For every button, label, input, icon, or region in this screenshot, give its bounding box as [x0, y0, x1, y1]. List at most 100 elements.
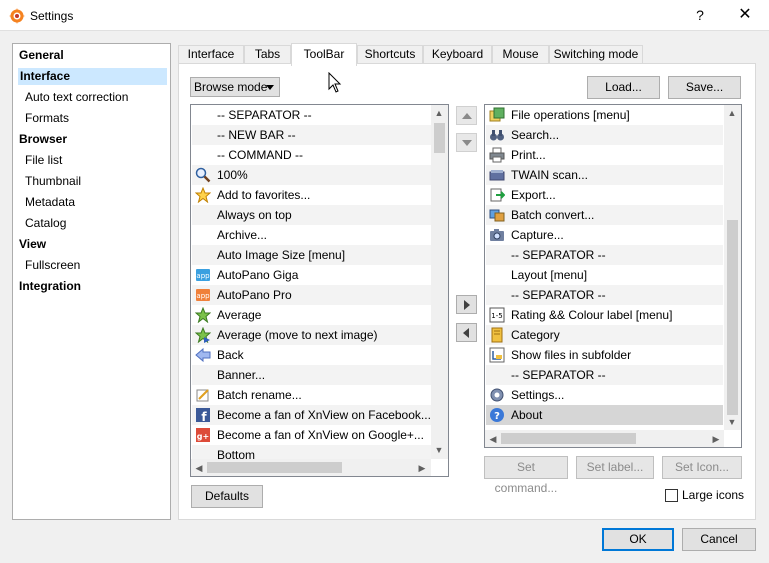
toolbar-item[interactable]: Settings...	[486, 385, 723, 405]
add-to-toolbar-button[interactable]	[456, 295, 477, 314]
available-command-item[interactable]: Archive...	[192, 225, 431, 245]
available-command-item[interactable]: -- NEW BAR --	[192, 125, 431, 145]
set-command-button[interactable]: Set command...	[484, 456, 568, 495]
scanner-icon	[489, 170, 505, 181]
toolbar-item[interactable]: File operations [menu]	[486, 105, 723, 125]
mode-select[interactable]: Browse mode	[190, 77, 280, 97]
scroll-down-icon[interactable]: ▼	[727, 417, 737, 427]
tab-toolbar[interactable]: ToolBar	[291, 43, 357, 66]
toolbar-item-label: Layout [menu]	[511, 268, 588, 282]
toolbar-list-vscrollbar[interactable]: ▲ ▼	[724, 105, 741, 430]
scroll-right-icon[interactable]: ▶	[417, 463, 427, 473]
category-catalog[interactable]: Catalog	[13, 215, 66, 232]
available-command-item-label: Always on top	[217, 208, 292, 222]
move-up-button[interactable]	[456, 106, 477, 125]
available-command-item-label: 100%	[217, 168, 248, 182]
toolbar-item[interactable]: Show files in subfolder	[486, 345, 723, 365]
scroll-up-icon[interactable]: ▲	[434, 108, 444, 118]
defaults-button[interactable]: Defaults	[191, 485, 263, 508]
tab-keyboard[interactable]: Keyboard	[423, 45, 492, 64]
available-command-item[interactable]: 100%	[192, 165, 431, 185]
cancel-button[interactable]: Cancel	[682, 528, 756, 551]
facebook-icon: f	[196, 408, 210, 423]
load-button[interactable]: Load...	[587, 76, 660, 99]
available-command-item-label: -- COMMAND --	[217, 148, 303, 162]
category-tree[interactable]: General Interface Auto text correction Form…	[12, 43, 171, 520]
tab-shortcuts[interactable]: Shortcuts	[357, 45, 423, 64]
available-command-item[interactable]: Add to favorites...	[192, 185, 431, 205]
tab-tabs[interactable]: Tabs	[244, 45, 291, 64]
set-icon-button[interactable]: Set Icon...	[662, 456, 742, 479]
scroll-up-icon[interactable]: ▲	[727, 108, 737, 118]
camera-icon	[490, 229, 504, 241]
svg-text:f: f	[201, 410, 207, 423]
category-integration[interactable]: Integration	[13, 278, 81, 295]
toolbar-item[interactable]: ? About	[486, 405, 723, 425]
toolbar-item[interactable]: Export...	[486, 185, 723, 205]
available-command-item-label: -- NEW BAR --	[217, 128, 296, 142]
category-formats[interactable]: Formats	[13, 110, 69, 127]
toolbar-item[interactable]: Layout [menu]	[486, 265, 723, 285]
available-command-item[interactable]: Average	[192, 305, 431, 325]
category-file-list[interactable]: File list	[13, 152, 62, 169]
toolbar-item[interactable]: Print...	[486, 145, 723, 165]
available-command-item[interactable]: -- COMMAND --	[192, 145, 431, 165]
toolbar-item[interactable]: TWAIN scan...	[486, 165, 723, 185]
tab-switching-mode[interactable]: Switching mode	[549, 45, 643, 64]
toolbar-item[interactable]: Capture...	[486, 225, 723, 245]
available-command-item[interactable]: g+ Become a fan of XnView on Google+...	[192, 425, 431, 445]
hscroll-thumb[interactable]	[207, 462, 342, 473]
remove-from-toolbar-button[interactable]	[456, 323, 477, 342]
category-interface[interactable]: Interface	[18, 68, 167, 85]
help-button[interactable]: ?	[690, 5, 710, 25]
category-browser[interactable]: Browser	[13, 131, 67, 148]
scroll-right-icon[interactable]: ▶	[711, 434, 721, 444]
tab-mouse[interactable]: Mouse	[492, 45, 549, 64]
toolbar-item[interactable]: -- SEPARATOR --	[486, 285, 723, 305]
close-button[interactable]: ✕	[733, 4, 757, 26]
toolbar-item[interactable]: 1-5 Rating && Colour label [menu]	[486, 305, 723, 325]
toolbar-items-list[interactable]: ? About Settings... -- SEPARATOR -- Show fil…	[484, 104, 742, 448]
available-command-item[interactable]: f Become a fan of XnView on Facebook...	[192, 405, 431, 425]
available-list-vscrollbar[interactable]: ▲ ▼	[431, 105, 448, 459]
autopano-giga-icon: app	[196, 269, 210, 281]
available-command-item[interactable]: app AutoPano Giga	[192, 265, 431, 285]
available-command-item[interactable]: Batch rename...	[192, 385, 431, 405]
available-list-hscrollbar[interactable]: ◀ ▶	[191, 459, 431, 476]
category-auto-text-correction[interactable]: Auto text correction	[13, 89, 128, 106]
tab-interface[interactable]: Interface	[178, 45, 244, 64]
star-icon	[195, 187, 211, 203]
toolbar-item[interactable]: -- SEPARATOR --	[486, 365, 723, 385]
toolbar-list-hscrollbar[interactable]: ◀ ▶	[485, 430, 724, 447]
move-down-button[interactable]	[456, 133, 477, 152]
category-view[interactable]: View	[13, 236, 46, 253]
large-icons-checkbox[interactable]	[665, 489, 678, 502]
category-icon	[491, 327, 503, 343]
scroll-thumb[interactable]	[727, 220, 738, 415]
toolbar-item[interactable]: Category	[486, 325, 723, 345]
available-command-item[interactable]: app AutoPano Pro	[192, 285, 431, 305]
scroll-left-icon[interactable]: ◀	[194, 463, 204, 473]
available-command-item[interactable]: Average (move to next image)	[192, 325, 431, 345]
scroll-down-icon[interactable]: ▼	[434, 445, 444, 455]
save-button[interactable]: Save...	[668, 76, 741, 99]
scroll-thumb[interactable]	[434, 123, 445, 153]
category-thumbnail[interactable]: Thumbnail	[13, 173, 81, 190]
available-commands-list[interactable]: Bottom g+ Become a fan of XnView on Google…	[190, 104, 449, 477]
available-command-item[interactable]: -- SEPARATOR --	[192, 105, 431, 125]
scroll-left-icon[interactable]: ◀	[488, 434, 498, 444]
ok-button[interactable]: OK	[602, 528, 674, 551]
toolbar-item[interactable]: -- SEPARATOR --	[486, 245, 723, 265]
category-fullscreen[interactable]: Fullscreen	[13, 257, 80, 274]
hscroll-thumb[interactable]	[501, 433, 636, 444]
available-command-item[interactable]: Back	[192, 345, 431, 365]
toolbar-item[interactable]: Search...	[486, 125, 723, 145]
available-command-item[interactable]: Always on top	[192, 205, 431, 225]
available-command-item[interactable]: Banner...	[192, 365, 431, 385]
available-command-item[interactable]: Auto Image Size [menu]	[192, 245, 431, 265]
set-label-button[interactable]: Set label...	[576, 456, 654, 479]
toolbar-item[interactable]: Batch convert...	[486, 205, 723, 225]
available-command-item-label: Average	[217, 308, 262, 322]
category-general[interactable]: General	[13, 47, 64, 64]
category-metadata[interactable]: Metadata	[13, 194, 75, 211]
